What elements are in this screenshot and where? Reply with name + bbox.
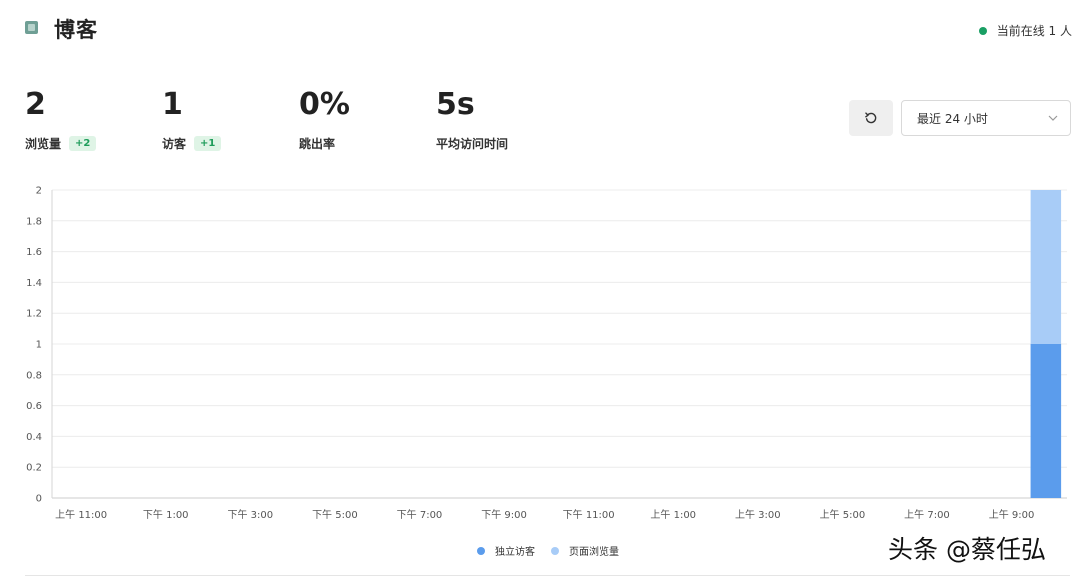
x-tick-label: 上午 3:00 [735,508,781,521]
traffic-chart: 0 0.2 0.4 0.6 0.8 1 1.2 1.4 1.6 1.8 2 上午 11:00 下午 1… [26,186,1067,521]
x-tick-label: 下午 1:00 [143,508,189,521]
x-tick-label: 下午 9:00 [481,508,527,521]
metric-value: 2 [25,87,46,122]
metric-change-badge: +1 [194,136,222,151]
y-tick-label: 0.6 [26,401,42,412]
y-tick-label: 1.6 [26,247,42,258]
time-range-value: 最近 24 小时 [917,111,988,126]
y-tick-label: 0.8 [26,370,42,381]
x-tick-label: 下午 3:00 [227,508,273,521]
online-status: 当前在线 1 人 [978,22,1072,39]
online-dot-icon [978,26,987,35]
x-tick-label: 上午 9:00 [989,508,1035,521]
bar-visitors [1030,344,1062,498]
metric-value: 1 [162,87,183,122]
x-tick-label: 下午 5:00 [312,508,358,521]
refresh-button[interactable] [849,100,893,136]
time-range-select[interactable]: 最近 24 小时 [901,100,1071,136]
watermark: 头条 @蔡任弘 [888,535,1046,564]
metric-label: 跳出率 [299,137,336,151]
chevron-down-icon [1048,115,1058,121]
y-tick-label: 1 [36,340,42,351]
y-tick-label: 1.2 [26,309,42,320]
y-tick-label: 1.4 [26,278,42,289]
legend-dot-icon [551,546,559,555]
x-tick-label: 上午 11:00 [55,508,107,521]
metric-visitors: 1 访客 +1 [162,86,222,152]
legend-label: 独立访客 [495,547,535,558]
page-title: 博客 [54,18,98,42]
metric-pageviews: 2 浏览量 +2 [25,86,97,152]
metric-avg-visit-time: 5s 平均访问时间 [436,86,508,152]
bottom-divider [25,575,1070,576]
x-tick-label: 下午 11:00 [563,508,615,521]
y-tick-label: 0.4 [26,432,42,443]
refresh-icon [865,112,877,124]
chart-bars [1030,190,1062,498]
legend-item-pageviews[interactable]: 页面浏览量 [551,543,619,558]
online-status-text: 当前在线 1 人 [996,24,1072,38]
y-tick-label: 0.2 [26,463,42,474]
metric-bounce-rate: 0% 跳出率 [299,86,350,152]
legend-dot-icon [477,546,485,555]
legend-label: 页面浏览量 [569,547,619,558]
chart-grid [51,189,1067,499]
metric-label: 平均访问时间 [436,137,509,151]
y-tick-label: 2 [36,186,42,197]
chart-x-axis: 上午 11:00 下午 1:00 下午 3:00 下午 5:00 下午 7:00 下午 9… [55,508,1034,521]
x-tick-label: 下午 7:00 [397,508,443,521]
legend-item-visitors[interactable]: 独立访客 [477,543,535,558]
x-tick-label: 上午 7:00 [904,508,950,521]
y-tick-label: 1.8 [26,216,42,227]
metric-label: 浏览量 [25,137,62,151]
metric-change-badge: +2 [69,136,97,151]
site-icon [25,21,38,34]
x-tick-label: 上午 1:00 [650,508,696,521]
metric-value: 5s [436,87,475,122]
chart-y-axis: 0 0.2 0.4 0.6 0.8 1 1.2 1.4 1.6 1.8 2 [26,186,42,505]
metric-value: 0% [299,87,350,122]
y-tick-label: 0 [36,494,42,505]
x-tick-label: 上午 5:00 [820,508,866,521]
metric-label: 访客 [162,137,187,151]
